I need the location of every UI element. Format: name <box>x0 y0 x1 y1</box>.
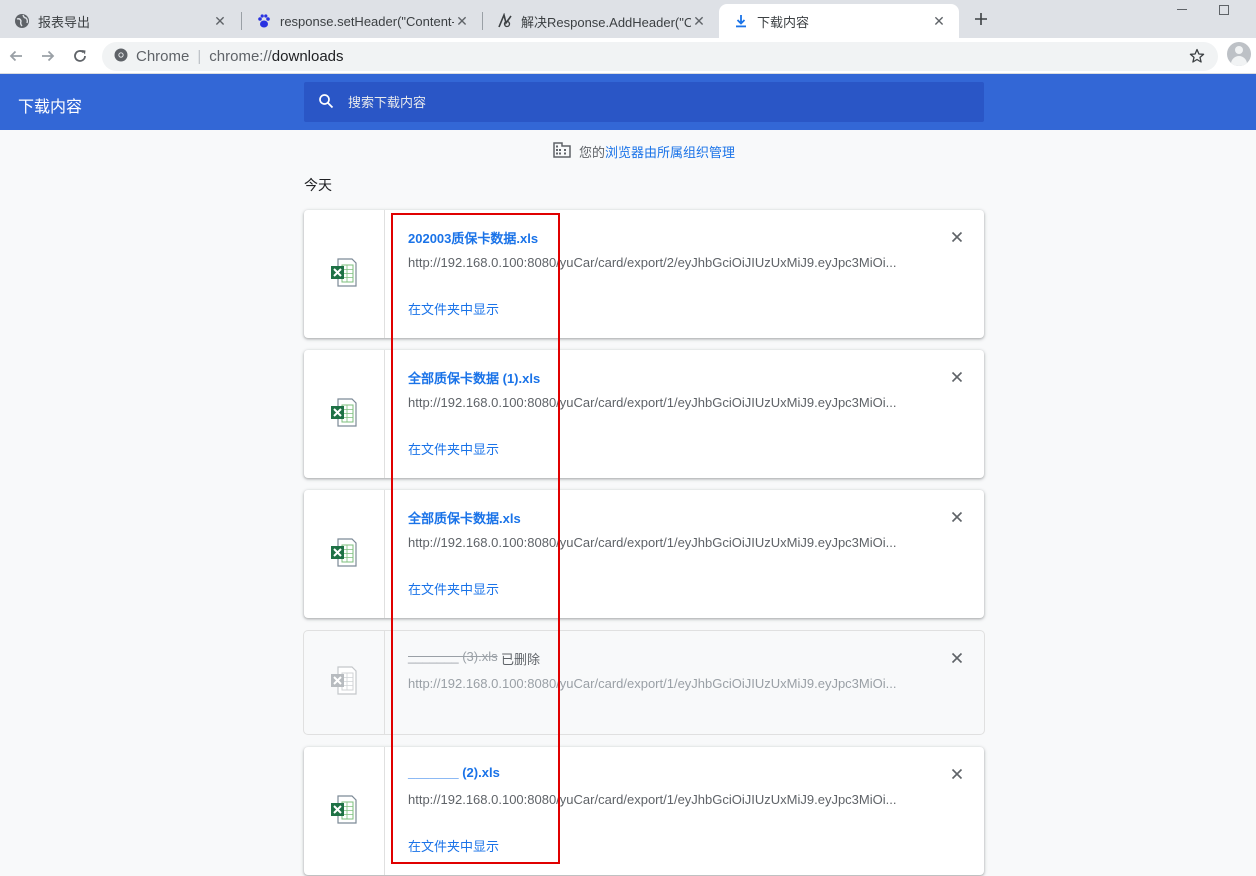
baidu-paw-icon <box>256 13 272 29</box>
excel-file-icon-disabled <box>330 665 358 700</box>
remove-download-close-icon[interactable] <box>950 651 964 665</box>
download-filename-link[interactable]: _______ (2).xls <box>408 765 500 780</box>
script-icon <box>497 13 513 29</box>
download-item: 202003质保卡数据.xls http://192.168.0.100:808… <box>304 210 984 338</box>
chrome-logo-icon <box>114 48 128 66</box>
download-source-url[interactable]: http://192.168.0.100:8080/yuCar/card/exp… <box>408 395 908 410</box>
tab-response-setheader[interactable]: response.setHeader("Content- ✕ <box>242 4 482 38</box>
download-source-url[interactable]: http://192.168.0.100:8080/yuCar/card/exp… <box>408 535 908 550</box>
remove-download-close-icon[interactable] <box>950 510 964 524</box>
remove-download-close-icon[interactable] <box>950 767 964 781</box>
tab-title: 报表导出 <box>38 14 91 30</box>
remove-download-close-icon[interactable] <box>950 370 964 384</box>
search-input[interactable] <box>348 94 948 110</box>
managed-prefix: 您的 <box>579 145 606 160</box>
file-icon-column <box>304 210 385 338</box>
excel-file-icon <box>330 257 358 292</box>
show-in-folder-link[interactable]: 在文件夹中显示 <box>408 299 499 318</box>
page-title: 下载内容 <box>18 99 83 116</box>
tab-title: 解决Response.AddHeader("Co <box>521 14 691 30</box>
managed-notice: 您的 浏览器由所属组织管理 <box>553 142 735 161</box>
maximize-icon[interactable] <box>1214 0 1234 20</box>
section-date-today: 今天 <box>304 177 332 193</box>
browser-toolbar: Chrome | chrome://downloads <box>0 38 1256 74</box>
url-path: downloads <box>271 48 344 65</box>
forward-arrow-icon[interactable] <box>36 44 60 68</box>
tab-strip: 报表导出 ✕ response.setHeader("Content- ✕ 解决… <box>0 0 1256 38</box>
download-source-url[interactable]: http://192.168.0.100:8080/yuCar/card/exp… <box>408 255 908 270</box>
show-in-folder-link[interactable]: 在文件夹中显示 <box>408 579 499 598</box>
downloads-header: 下载内容 <box>0 74 1256 130</box>
download-source-url[interactable]: http://192.168.0.100:8080/yuCar/card/exp… <box>408 792 908 807</box>
reload-icon[interactable] <box>68 44 92 68</box>
search-icon <box>318 93 334 112</box>
removed-status-label: 已删除 <box>501 652 541 667</box>
new-tab-plus-icon[interactable] <box>970 8 992 30</box>
tab-close-icon[interactable]: ✕ <box>212 13 228 29</box>
back-arrow-icon[interactable] <box>4 44 28 68</box>
file-icon-column <box>304 631 385 734</box>
tab-close-icon[interactable]: ✕ <box>454 13 470 29</box>
search-box[interactable] <box>304 82 984 122</box>
download-icon <box>733 13 749 29</box>
file-icon-column <box>304 747 385 875</box>
excel-file-icon <box>330 397 358 432</box>
file-icon-column <box>304 490 385 618</box>
tab-close-icon[interactable]: ✕ <box>691 13 707 29</box>
remove-download-close-icon[interactable] <box>950 230 964 244</box>
tab-downloads[interactable]: 下载内容 ✕ <box>719 4 959 38</box>
profile-avatar[interactable] <box>1227 42 1251 66</box>
address-bar[interactable]: Chrome | chrome://downloads <box>102 42 1218 71</box>
site-chip-label: Chrome <box>136 48 190 65</box>
download-item: 全部质保卡数据 (1).xls http://192.168.0.100:808… <box>304 350 984 478</box>
excel-file-icon <box>330 794 358 829</box>
show-in-folder-link[interactable]: 在文件夹中显示 <box>408 439 499 458</box>
download-source-url[interactable]: http://192.168.0.100:8080/yuCar/card/exp… <box>408 676 908 691</box>
download-filename-link[interactable]: 全部质保卡数据.xls <box>408 508 521 527</box>
omnibox-divider: | <box>197 48 202 65</box>
managed-link[interactable]: 浏览器由所属组织管理 <box>605 142 735 161</box>
tab-response-addheader[interactable]: 解决Response.AddHeader("Co ✕ <box>483 4 719 38</box>
download-filename-removed: _______ (3).xls <box>408 649 498 664</box>
tab-title: 下载内容 <box>757 14 810 30</box>
minimize-icon[interactable] <box>1172 0 1192 20</box>
download-item-removed: _______ (3).xls 已删除 http://192.168.0.100… <box>304 631 984 734</box>
download-item: 全部质保卡数据.xls http://192.168.0.100:8080/yu… <box>304 490 984 618</box>
bookmark-star-icon[interactable] <box>1188 47 1206 65</box>
building-icon <box>553 142 571 161</box>
tab-title: response.setHeader("Content- <box>280 13 454 29</box>
globe-icon <box>14 13 30 29</box>
download-item: _______ (2).xls http://192.168.0.100:808… <box>304 747 984 875</box>
excel-file-icon <box>330 537 358 572</box>
tab-report-export[interactable]: 报表导出 ✕ <box>0 4 240 38</box>
show-in-folder-link[interactable]: 在文件夹中显示 <box>408 836 499 855</box>
tab-close-icon[interactable]: ✕ <box>931 13 947 29</box>
url-scheme: chrome:// <box>209 48 272 65</box>
download-filename-link[interactable]: 202003质保卡数据.xls <box>408 228 538 247</box>
download-filename-link[interactable]: 全部质保卡数据 (1).xls <box>408 368 540 387</box>
file-icon-column <box>304 350 385 478</box>
